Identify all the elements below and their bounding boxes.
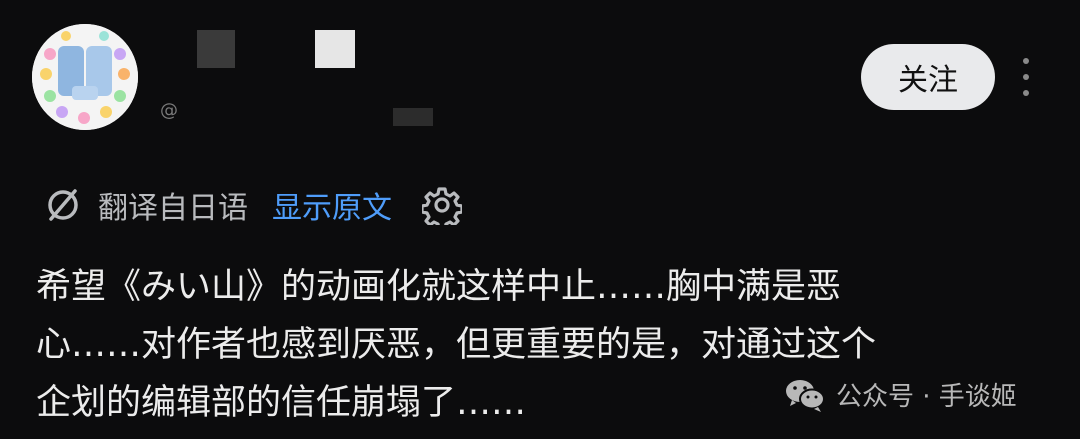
translate-icon: [44, 186, 82, 224]
redacted-handle-block: [393, 108, 433, 126]
show-original-link[interactable]: 显示原文: [272, 183, 392, 227]
avatar[interactable]: [32, 24, 138, 130]
pastel-square-avatar-icon: [32, 24, 138, 130]
vertical-dots-icon[interactable]: [1016, 58, 1036, 96]
watermark-text: 公众号 · 手谈姬: [836, 382, 1017, 412]
translation-label: 翻译自日语: [98, 191, 248, 226]
handle-at-sign: @: [160, 100, 178, 121]
redacted-username-block: [315, 30, 355, 68]
wechat-icon: [784, 377, 826, 413]
redacted-username-block: [197, 30, 235, 68]
translation-bar: 翻译自日语 显示原文: [44, 182, 462, 228]
watermark: 公众号 · 手谈姬: [784, 376, 1017, 413]
post-card: @ 关注 翻译自日语 显示原文 希望《みい山》的动画化就这样中止……胸中满是恶 …: [0, 0, 1080, 439]
gear-icon[interactable]: [422, 185, 462, 225]
follow-button[interactable]: 关注: [861, 44, 995, 110]
